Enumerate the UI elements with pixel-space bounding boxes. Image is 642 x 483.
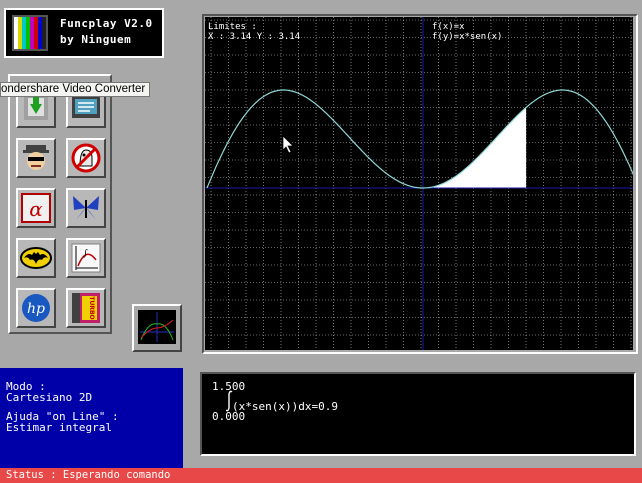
app-author: by Ninguem (60, 33, 132, 46)
spy-face-icon (23, 145, 49, 170)
batman-button[interactable] (16, 238, 56, 278)
integral-expression: (x*sen(x))dx=0.9 (232, 400, 338, 413)
function-2-label: f(y)=x*sen(x) (432, 32, 503, 42)
ghostbusters-button[interactable] (66, 138, 106, 178)
svg-text:TURBO: TURBO (88, 296, 95, 319)
function-curve (206, 89, 633, 189)
integral-lower-limit: 0.000 (212, 410, 246, 423)
svg-text:α: α (29, 197, 43, 221)
ghostbusters-icon (71, 143, 101, 173)
title-box: Funcplay V2.0 by Ninguem (4, 8, 164, 58)
borland-turbo-icon: TURBO (72, 293, 100, 323)
mini-graph-icon (138, 310, 176, 344)
mini-graph-button[interactable] (132, 304, 182, 352)
integral-graph-button[interactable]: ∫ (66, 238, 106, 278)
function-1-label: f(x)=x (432, 22, 465, 32)
color-bars-icon (12, 15, 48, 51)
spy-button[interactable] (16, 138, 56, 178)
batman-icon (20, 247, 52, 269)
limits-label: Limites : (208, 22, 257, 32)
alpha-icon: α (21, 193, 51, 223)
alpha-button[interactable]: α (16, 188, 56, 228)
help-value: Estimar integral (6, 421, 112, 434)
butterfly-button[interactable] (66, 188, 106, 228)
mode-panel: Modo : Cartesiano 2D Ajuda "on Line" : E… (0, 368, 183, 468)
hp-logo-icon: hp (22, 294, 50, 322)
grid (205, 17, 633, 350)
app-title: Funcplay V2.0 (60, 17, 153, 30)
mouse-cursor-icon (282, 135, 294, 154)
tooltip: ondershare Video Converter (0, 82, 151, 97)
hp-button[interactable]: hp (16, 288, 56, 328)
butterfly-icon (73, 196, 99, 220)
integral-panel: 1.500 (x*sen(x))dx=0.9 0.000 (200, 372, 636, 456)
limits-values: X : 3.14 Y : 3.14 (208, 32, 301, 42)
status-bar: Status : Esperando comando (0, 468, 642, 483)
mode-value: Cartesiano 2D (6, 391, 93, 404)
toolbar: α ∫ hp TURBO (8, 74, 112, 334)
graph-canvas[interactable]: Limites : X : 3.14 Y : 3.14 f(x)=x f(y)=… (205, 17, 633, 350)
borland-turbo-button[interactable]: TURBO (66, 288, 106, 328)
svg-text:hp: hp (27, 301, 45, 317)
status-text: Status : Esperando comando (6, 469, 171, 481)
integral-graph-icon: ∫ (71, 243, 101, 273)
svg-text:∫: ∫ (83, 249, 88, 259)
